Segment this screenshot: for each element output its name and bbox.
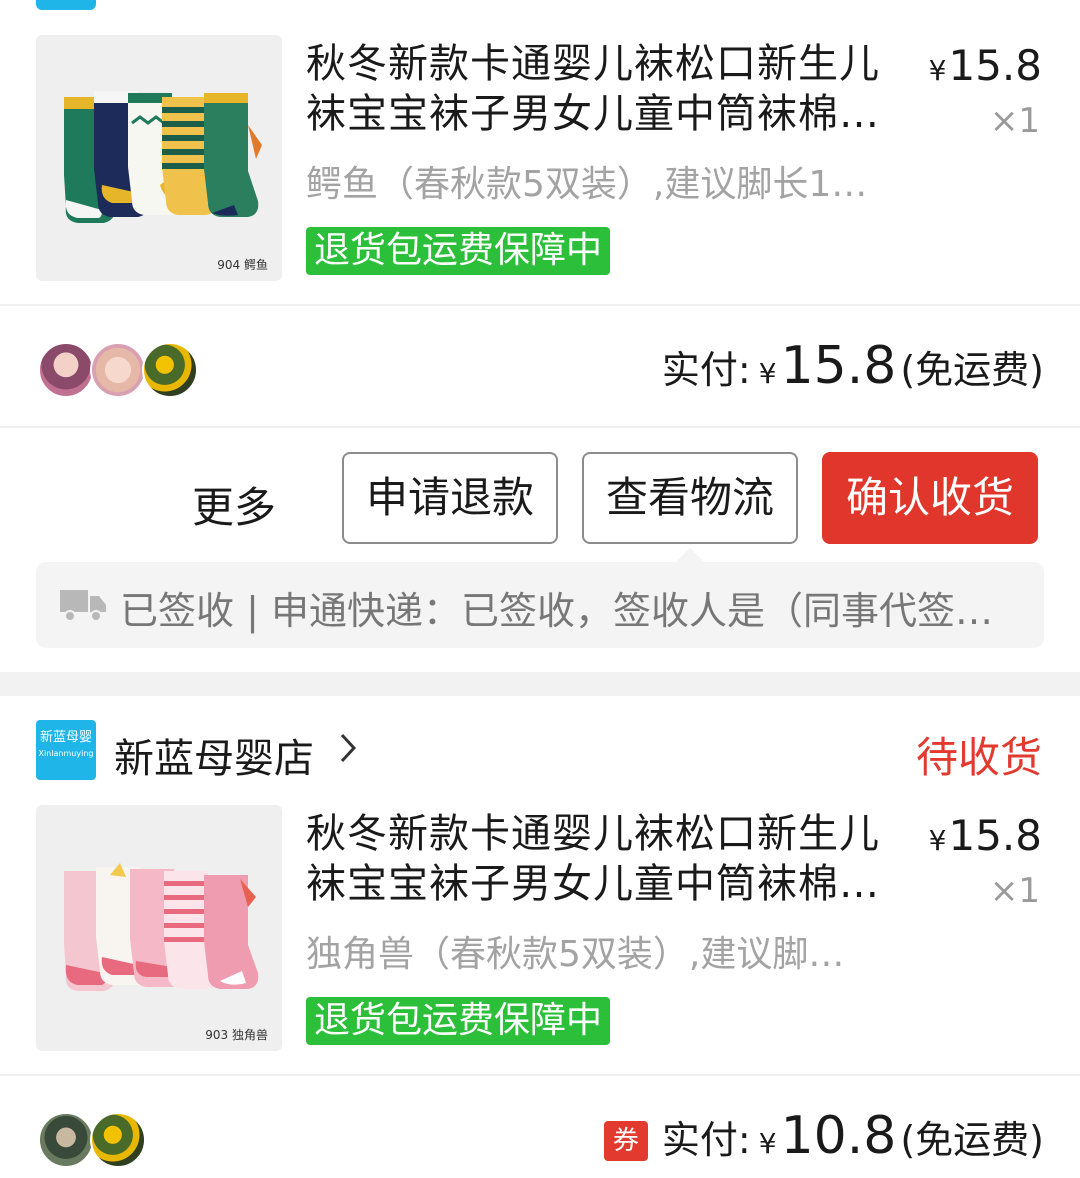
logistics-summary[interactable]: 已签收 | 申通快递：已签收，签收人是（同事代签… — [36, 548, 1044, 648]
shop-header[interactable]: 新蓝母婴 Xinlanmuying 新蓝母婴店 待收货 — [0, 718, 1080, 784]
product-image[interactable]: 904 鳄鱼 — [36, 35, 282, 281]
product-sku: 鳄鱼（春秋款5双装）,建议脚长1… — [306, 164, 868, 205]
product-item[interactable]: 904 鳄鱼 秋冬新款卡通婴儿袜松口新生儿袜宝宝袜子男女儿童中筒袜棉… ¥15.… — [0, 35, 1080, 285]
product-title[interactable]: 秋冬新款卡通婴儿袜松口新生儿袜宝宝袜子男女儿童中筒袜棉… — [306, 809, 906, 909]
shop-logo-subtext: Xinlanmuying — [38, 749, 94, 758]
product-item[interactable]: 903 独角兽 秋冬新款卡通婴儿袜松口新生儿袜宝宝袜子男女儿童中筒袜棉… ¥15… — [0, 805, 1080, 1055]
confirm-receipt-button[interactable]: 确认收货 — [822, 452, 1038, 544]
payment-row: 券 实付: ¥ 10.8 (免运费) — [0, 1078, 1080, 1178]
product-title[interactable]: 秋冬新款卡通婴儿袜松口新生儿袜宝宝袜子男女儿童中筒袜棉… — [306, 39, 906, 139]
logistics-status-text: 已签收 | 申通快递：已签收，签收人是（同事代签… — [120, 589, 993, 633]
price-value: 15.8 — [948, 811, 1042, 860]
shop-logo-text: 新蓝母婴 — [39, 730, 92, 745]
amount-paid: 券 实付: ¥ 10.8 (免运费) — [603, 1106, 1044, 1166]
image-tag: 904 鳄鱼 — [217, 258, 268, 272]
divider — [0, 304, 1080, 306]
avatar[interactable] — [38, 342, 94, 398]
avatar[interactable] — [38, 1112, 94, 1168]
socks-image — [64, 91, 262, 223]
shipping-note: (免运费) — [900, 1118, 1044, 1162]
logistics-pointer — [676, 548, 704, 562]
payment-row: 实付: ¥ 15.8 (免运费) — [0, 308, 1080, 428]
request-refund-button[interactable]: 申请退款 — [342, 452, 558, 544]
currency-symbol: ¥ — [928, 824, 947, 857]
orders-page: 904 鳄鱼 秋冬新款卡通婴儿袜松口新生儿袜宝宝袜子男女儿童中筒袜棉… ¥15.… — [0, 0, 1080, 1178]
price-value: 15.8 — [948, 41, 1042, 90]
paid-amount: 10.8 — [780, 1106, 897, 1166]
avatar[interactable] — [90, 342, 146, 398]
product-sku: 独角兽（春秋款5双装）,建议脚… — [306, 934, 845, 975]
shipping-note: (免运费) — [900, 348, 1044, 392]
order-actions: 更多 申请退款 查看物流 确认收货 — [0, 452, 1080, 544]
product-image[interactable]: 903 独角兽 — [36, 805, 282, 1051]
shop-logo-partial[interactable] — [36, 0, 96, 10]
paid-label: 实付: — [661, 1118, 751, 1162]
paid-amount: 15.8 — [780, 336, 897, 396]
shop-name[interactable]: 新蓝母婴店 — [114, 726, 314, 784]
currency-symbol: ¥ — [758, 357, 777, 390]
product-price: ¥15.8 — [929, 41, 1042, 90]
amount-paid: 实付: ¥ 15.8 (免运费) — [662, 336, 1044, 396]
coupon-icon: 券 — [603, 1121, 648, 1161]
shop-logo[interactable]: 新蓝母婴 Xinlanmuying — [36, 720, 96, 780]
order-status: 待收货 — [915, 733, 1042, 782]
product-price: ¥15.8 — [929, 811, 1042, 860]
image-tag: 903 独角兽 — [205, 1028, 268, 1042]
divider — [0, 1074, 1080, 1076]
product-quantity: ×1 — [989, 101, 1040, 141]
product-quantity: ×1 — [989, 871, 1040, 911]
divider — [0, 426, 1080, 428]
order-separator — [0, 672, 1080, 696]
chevron-right-icon — [340, 733, 357, 763]
view-logistics-button[interactable]: 查看物流 — [582, 452, 798, 544]
avatar[interactable] — [142, 342, 198, 398]
return-shipping-badge: 退货包运费保障中 — [306, 997, 611, 1045]
socks-image — [64, 863, 259, 991]
truck-icon — [60, 590, 106, 622]
paid-label: 实付: — [661, 348, 751, 392]
currency-symbol: ¥ — [758, 1127, 777, 1160]
currency-symbol: ¥ — [928, 54, 947, 87]
return-shipping-badge: 退货包运费保障中 — [306, 227, 611, 275]
avatar[interactable] — [90, 1112, 146, 1168]
more-button[interactable]: 更多 — [192, 474, 276, 535]
